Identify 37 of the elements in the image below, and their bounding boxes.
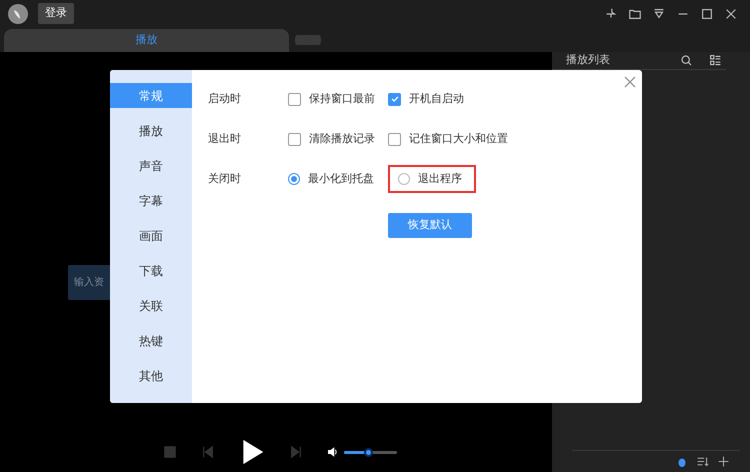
volume-thumb[interactable] [364, 448, 373, 456]
settings-nav-item[interactable]: 画面 [110, 223, 192, 248]
radio-button[interactable] [288, 173, 300, 185]
maximize-icon[interactable] [700, 6, 714, 20]
check-icon [390, 94, 400, 104]
volume-icon[interactable] [327, 446, 339, 458]
settings-nav-item[interactable]: 其他 [110, 363, 192, 388]
setting-label: 退出时 [208, 132, 242, 147]
option-label: 保持窗口最前 [309, 92, 375, 107]
checkbox[interactable] [288, 92, 301, 106]
settings-nav-item[interactable]: 声音 [110, 153, 192, 178]
checkbox[interactable] [288, 132, 301, 146]
settings-nav-item[interactable]: 字幕 [110, 188, 192, 213]
checkbox[interactable] [388, 132, 401, 146]
option-label: 开机自启动 [409, 92, 464, 107]
list-icon[interactable] [709, 54, 722, 67]
add-icon[interactable] [717, 455, 730, 468]
close-icon[interactable] [724, 6, 738, 20]
setting-label: 启动时 [208, 92, 242, 107]
settings-nav-item[interactable]: 热键 [110, 328, 192, 353]
volume-slider[interactable] [344, 450, 397, 454]
option-label: 记住窗口大小和位置 [409, 132, 508, 147]
playlist-title: 播放列表 [566, 53, 611, 68]
search-icon[interactable] [680, 54, 693, 67]
logo-icon [8, 4, 28, 24]
checkbox[interactable] [388, 92, 401, 106]
dropdown-icon[interactable] [652, 6, 666, 20]
settings-nav-item[interactable]: 播放 [110, 118, 192, 143]
tab[interactable]: 播放 [4, 29, 289, 52]
setting-label: 关闭时 [208, 172, 242, 187]
radio-button[interactable] [398, 173, 410, 185]
pin-icon[interactable] [604, 6, 618, 20]
login-button[interactable]: 登录 [38, 3, 74, 24]
option-label: 最小化到托盘 [308, 172, 374, 187]
sort-icon[interactable] [696, 455, 709, 468]
option-label: 清除播放记录 [309, 132, 375, 147]
option-label: 退出程序 [418, 172, 462, 187]
